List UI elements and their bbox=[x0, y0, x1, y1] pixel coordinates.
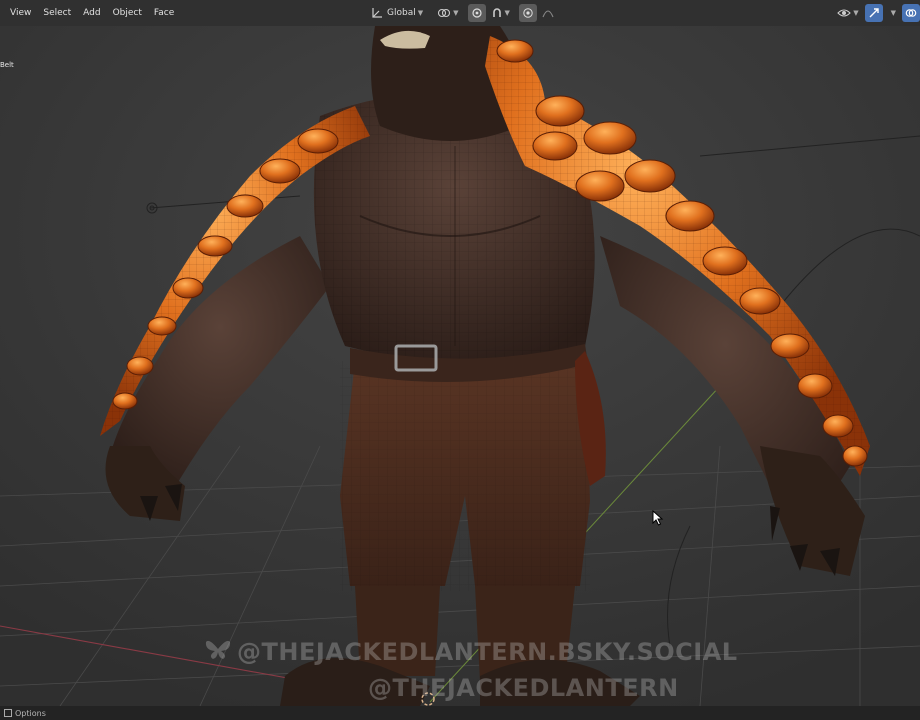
header-right-tools: ▼ ▼ bbox=[834, 3, 920, 23]
transform-orientation-value: Global bbox=[387, 8, 416, 18]
options-button[interactable]: Options bbox=[0, 709, 46, 718]
snap-target-dropdown[interactable]: ▼ bbox=[488, 4, 513, 22]
eye-icon bbox=[837, 9, 851, 17]
butterfly-icon bbox=[205, 638, 231, 666]
chevron-down-icon: ▼ bbox=[453, 9, 459, 17]
watermark-handle: @THEJACKEDLANTERN bbox=[368, 674, 679, 702]
proportional-edit-icon bbox=[523, 8, 533, 18]
magnet-icon bbox=[492, 8, 501, 17]
menu-object[interactable]: Object bbox=[107, 5, 148, 21]
proportional-edit-toggle[interactable] bbox=[518, 4, 537, 22]
3d-viewport[interactable]: Belt @THEJACKEDLANTERN.BSKY.SOCIAL @THEJ… bbox=[0, 26, 920, 706]
options-label: Options bbox=[15, 708, 46, 718]
menu-face[interactable]: Face bbox=[148, 5, 180, 21]
options-icon bbox=[4, 709, 12, 717]
menu-view[interactable]: View bbox=[4, 5, 37, 21]
chevron-down-icon: ▼ bbox=[853, 9, 859, 17]
viewport-header: View Select Add Object Face Global ▼ ▼ ▼… bbox=[0, 0, 920, 26]
chevron-down-icon: ▼ bbox=[890, 9, 896, 17]
falloff-icon bbox=[542, 10, 554, 18]
active-object-label: Belt bbox=[0, 61, 14, 69]
menu-add[interactable]: Add bbox=[77, 5, 106, 21]
chevron-down-icon: ▼ bbox=[417, 9, 424, 17]
watermark-handle-bsky: @THEJACKEDLANTERN.BSKY.SOCIAL bbox=[205, 638, 738, 666]
visibility-dropdown[interactable]: ▼ bbox=[834, 4, 861, 22]
watermark-text-1: @THEJACKEDLANTERN.BSKY.SOCIAL bbox=[237, 638, 738, 666]
header-menu: View Select Add Object Face bbox=[4, 5, 180, 21]
transform-orientation-dropdown[interactable]: Global ▼ bbox=[368, 4, 426, 22]
pivot-point-dropdown[interactable]: ▼ bbox=[434, 4, 461, 22]
cursor-arrow-icon bbox=[652, 510, 664, 526]
orientation-icon bbox=[372, 8, 382, 18]
status-bar: Options bbox=[0, 706, 920, 720]
snap-icon bbox=[471, 8, 482, 18]
overlay-icon bbox=[905, 9, 917, 17]
pivot-icon bbox=[438, 8, 451, 18]
overlay-toggle[interactable] bbox=[902, 4, 920, 22]
gizmo-toggle[interactable] bbox=[864, 4, 883, 22]
snap-toggle[interactable] bbox=[467, 4, 486, 22]
proportional-falloff-dropdown[interactable] bbox=[539, 4, 557, 22]
gizmo-icon bbox=[869, 8, 879, 18]
header-tools: Global ▼ ▼ ▼ bbox=[368, 3, 557, 23]
chevron-down-icon: ▼ bbox=[504, 9, 510, 17]
viewport-scene bbox=[0, 26, 920, 706]
menu-select[interactable]: Select bbox=[37, 5, 77, 21]
gizmo-dropdown[interactable]: ▼ bbox=[886, 4, 899, 22]
